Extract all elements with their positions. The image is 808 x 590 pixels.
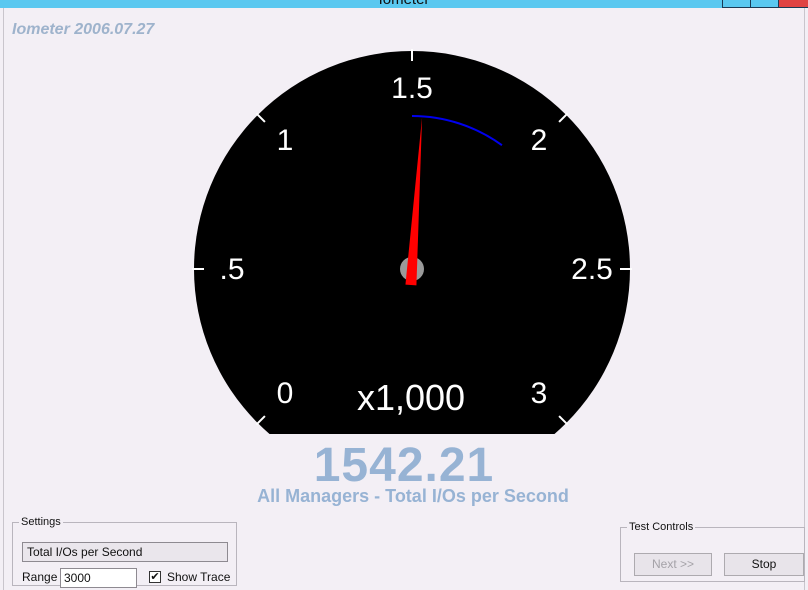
- test-controls-legend: Test Controls: [629, 521, 694, 533]
- tick-label-1: 1: [277, 124, 294, 157]
- range-label: Range: [22, 570, 58, 584]
- show-trace-checkbox[interactable]: ✔: [149, 571, 161, 583]
- speedometer-gauge: 0 .5 1 1.5 2 2.5 3 x1,000: [0, 0, 808, 450]
- stop-button[interactable]: Stop: [724, 553, 804, 576]
- reading-value: 1542.21: [313, 439, 495, 492]
- settings-legend: Settings: [21, 516, 61, 528]
- tick-label-0.5: .5: [219, 253, 244, 286]
- tick-label-0: 0: [277, 377, 294, 410]
- gauge-svg: 0 .5 1 1.5 2 2.5 3 x1,000: [192, 49, 632, 434]
- tick-label-2.5: 2.5: [571, 253, 613, 286]
- next-button[interactable]: Next >>: [634, 553, 712, 576]
- tick-label-1.5: 1.5: [391, 72, 433, 105]
- show-trace-label[interactable]: Show Trace: [167, 570, 230, 584]
- reading-label: All Managers - Total I/Os per Second: [257, 486, 569, 506]
- metric-select[interactable]: Total I/Os per Second: [22, 542, 228, 562]
- multiplier-label: x1,000: [357, 377, 465, 418]
- tick-label-3: 3: [531, 377, 548, 410]
- tick-label-2: 2: [531, 124, 548, 157]
- test-controls-group: Test Controls Next >> Stop: [620, 521, 805, 582]
- range-input[interactable]: [60, 568, 137, 588]
- settings-group: Settings Total I/Os per Second Range ✔ S…: [12, 516, 237, 588]
